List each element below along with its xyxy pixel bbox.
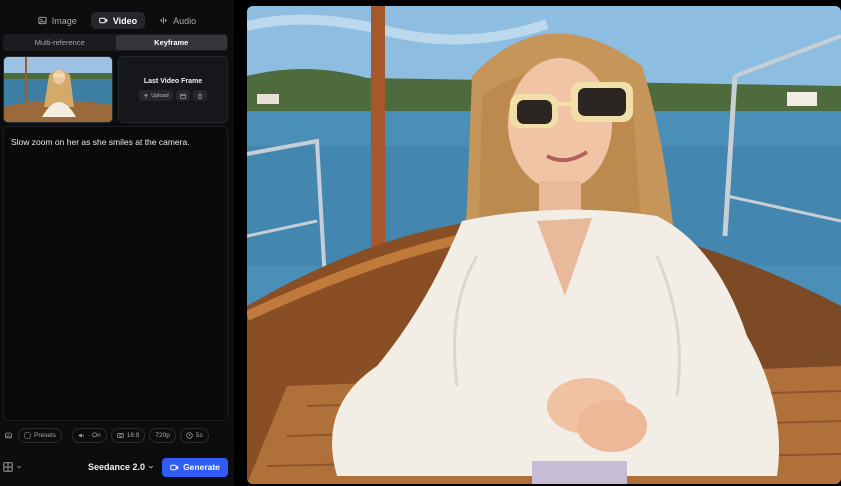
mode-switcher: Image Video Audio (0, 12, 234, 32)
duration-label: 5s (195, 431, 203, 439)
layout-menu-button[interactable] (3, 462, 22, 472)
preview-frame-image (247, 6, 841, 484)
prompt-textarea[interactable]: Slow zoom on her as she smiles at the ca… (3, 126, 228, 421)
mode-video[interactable]: Video (90, 12, 146, 29)
keyframe-slots: Last Video Frame Upload (3, 56, 228, 123)
aspect-ratio-label: 16:9 (126, 431, 140, 439)
settings-toolbar: Presets · On 16:9 720p 5s (3, 427, 228, 443)
duration-select[interactable]: 5s (179, 427, 209, 443)
footer-bar: Seedance 2.0 Generate (3, 457, 228, 477)
grid-icon (3, 462, 13, 472)
add-image-button[interactable] (3, 428, 14, 443)
prompt-text: Slow zoom on her as she smiles at the ca… (11, 137, 190, 147)
generate-button[interactable]: Generate (162, 457, 228, 477)
model-selector[interactable]: Seedance 2.0 (88, 462, 154, 472)
generation-subtabs: Multi-reference Keyframe (3, 34, 228, 51)
audio-icon (160, 17, 168, 24)
mode-audio[interactable]: Audio (151, 12, 204, 29)
mode-image[interactable]: Image (30, 12, 85, 29)
audio-toggle[interactable]: · On (72, 427, 107, 443)
first-frame-image (4, 57, 112, 122)
last-frame-actions: Upload (139, 90, 207, 101)
mode-audio-label: Audio (173, 15, 197, 26)
tab-keyframe[interactable]: Keyframe (115, 35, 227, 50)
video-preview[interactable] (247, 6, 841, 484)
image-add-icon (5, 432, 12, 438)
upload-label: Upload (151, 92, 169, 99)
aspect-ratio-select[interactable]: 16:9 (110, 427, 146, 443)
last-frame-title: Last Video Frame (143, 78, 203, 85)
audio-label: · On (88, 431, 101, 439)
video-icon (99, 17, 108, 24)
chevron-down-icon (148, 465, 154, 469)
select-from-library-button[interactable] (175, 90, 190, 101)
generate-label: Generate (183, 462, 220, 472)
resolution-select[interactable]: 720p (149, 427, 176, 443)
speaker-icon (78, 432, 84, 438)
left-panel: Image Video Audio Multi-reference Keyfra… (0, 0, 234, 486)
upload-icon (144, 93, 149, 98)
calendar-icon (180, 93, 186, 99)
mode-image-label: Image (51, 15, 77, 26)
video-icon (170, 464, 179, 470)
presets-button[interactable]: Presets (18, 427, 63, 443)
image-icon (38, 16, 47, 25)
first-frame-thumbnail[interactable] (3, 56, 113, 123)
upload-button[interactable]: Upload (139, 90, 173, 101)
aspect-ratio-icon (117, 432, 124, 438)
trash-icon (197, 93, 202, 99)
resolution-label: 720p (155, 431, 170, 439)
presets-icon (24, 431, 31, 439)
presets-label: Presets (34, 431, 57, 439)
last-frame-slot: Last Video Frame Upload (118, 56, 228, 123)
chevron-down-icon (16, 465, 22, 469)
delete-frame-button[interactable] (192, 90, 207, 101)
model-label: Seedance 2.0 (87, 462, 145, 472)
clock-icon (186, 431, 193, 439)
tab-multi-reference[interactable]: Multi-reference (4, 35, 116, 50)
mode-video-label: Video (112, 15, 138, 26)
